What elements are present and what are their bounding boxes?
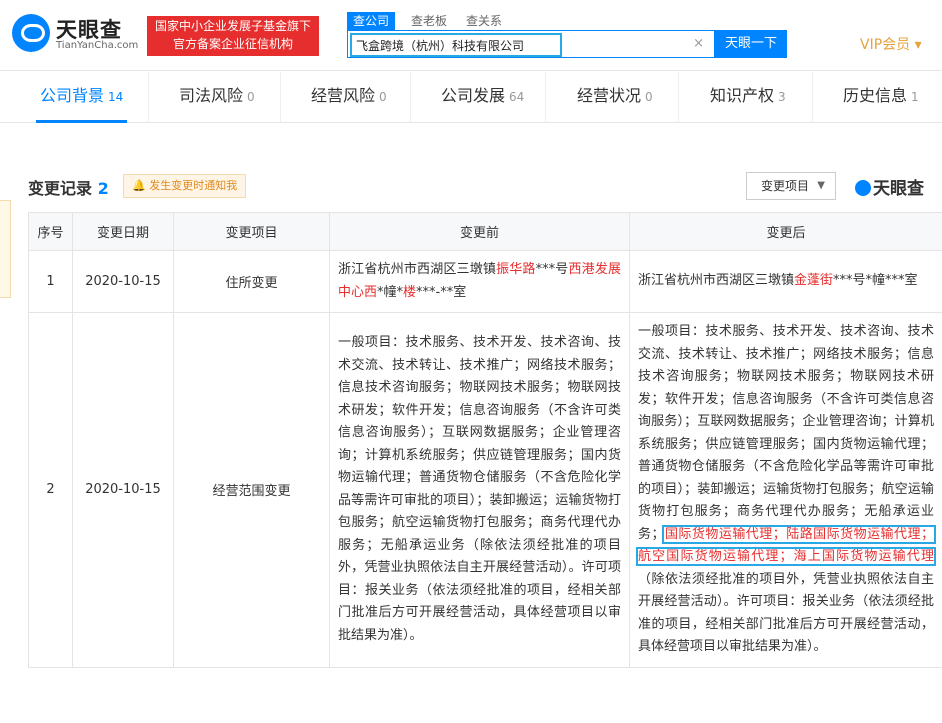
- tab-divider: [812, 72, 813, 122]
- search-box: ×: [347, 30, 715, 58]
- side-feedback-strip[interactable]: [0, 200, 11, 298]
- vip-member-link[interactable]: VIP会员 ▾: [860, 34, 922, 54]
- tianyancha-logo[interactable]: 天眼查 TianYanCha.com: [12, 12, 142, 52]
- bell-icon: 🔔: [132, 179, 146, 192]
- col-header-item: 变更项目: [173, 212, 330, 251]
- tab-history-info[interactable]: 历史信息 1: [843, 72, 919, 122]
- row-after: 浙江省杭州市西湖区三墩镇金蓬街***号*幢***室: [629, 250, 942, 313]
- row-after: 一般项目：技术服务、技术开发、技术咨询、技术交流、技术转让、技术推广；网络技术服…: [629, 312, 942, 668]
- tab-operating-risk[interactable]: 经营风险 0: [311, 72, 387, 122]
- badge-line2: 官方备案企业征信机构: [172, 37, 293, 51]
- row-before: 一般项目：技术服务、技术开发、技术咨询、技术交流、技术转让、技术推广；网络技术服…: [329, 312, 630, 668]
- search-button[interactable]: 天眼一下: [715, 30, 787, 58]
- tab-company-background[interactable]: 公司背景 14: [35, 72, 128, 123]
- row-before: 浙江省杭州市西湖区三墩镇振华路***号西港发展中心西*幢*楼***-**室: [329, 250, 630, 313]
- search-tab-relation[interactable]: 查关系: [466, 12, 502, 30]
- badge-line1: 国家中小企业发展子基金旗下: [154, 19, 311, 33]
- tab-judicial-risk[interactable]: 司法风险 0: [179, 72, 255, 122]
- table-header-row: 序号 变更日期 变更项目 变更前 变更后: [28, 212, 942, 251]
- tianyancha-watermark: 天眼查: [855, 174, 924, 199]
- col-header-before: 变更前: [329, 212, 630, 251]
- main-tabs: 公司背景 14 司法风险 0 经营风险 0 公司发展 64 经营状况 0 知识产权 3 历史…: [0, 72, 942, 123]
- official-badge: 国家中小企业发展子基金旗下 官方备案企业征信机构: [147, 16, 319, 56]
- search-tab-boss[interactable]: 查老板: [411, 12, 447, 30]
- notify-button[interactable]: 🔔 发生变更时通知我: [123, 174, 247, 198]
- tab-operating-status[interactable]: 经营状况 0: [577, 72, 653, 122]
- row-item: 经营范围变更: [173, 312, 330, 668]
- top-header: 天眼查 TianYanCha.com 国家中小企业发展子基金旗下 官方备案企业征…: [0, 0, 942, 71]
- logo-domain: TianYanCha.com: [56, 40, 139, 51]
- tab-divider: [148, 72, 149, 122]
- section-title: 变更记录 2: [28, 179, 109, 198]
- col-header-date: 变更日期: [72, 212, 174, 251]
- tab-divider: [545, 72, 546, 122]
- section-count: 2: [97, 179, 109, 198]
- clear-icon[interactable]: ×: [693, 36, 704, 51]
- search-input[interactable]: [350, 33, 562, 57]
- change-record-table: 序号 变更日期 变更项目 变更前 变更后 1 2020-10-15 住所变更 浙…: [28, 212, 942, 668]
- change-item-filter[interactable]: 变更项目 ▼: [746, 172, 836, 200]
- col-header-after: 变更后: [629, 212, 942, 251]
- col-header-no: 序号: [28, 212, 73, 251]
- tab-company-development[interactable]: 公司发展 64: [441, 72, 524, 122]
- tab-divider: [678, 72, 679, 122]
- search-tab-company[interactable]: 查公司: [347, 12, 396, 30]
- tab-intellectual-property[interactable]: 知识产权 3: [710, 72, 786, 122]
- row-no: 1: [28, 250, 73, 313]
- row-date: 2020-10-15: [72, 250, 174, 313]
- tab-divider: [410, 72, 411, 122]
- logo-eye-icon: [855, 180, 871, 196]
- row-date: 2020-10-15: [72, 312, 174, 668]
- logo-eye-icon: [12, 14, 50, 52]
- table-row: 2 2020-10-15 经营范围变更 一般项目：技术服务、技术开发、技术咨询、…: [28, 312, 942, 668]
- highlighted-change: 国际货物运输代理；陆路国际货物运输代理；航空国际货物运输代理；海上国际货物运输代…: [636, 524, 936, 566]
- row-item: 住所变更: [173, 250, 330, 313]
- table-row: 1 2020-10-15 住所变更 浙江省杭州市西湖区三墩镇振华路***号西港发…: [28, 250, 942, 313]
- tab-divider: [280, 72, 281, 122]
- row-no: 2: [28, 312, 73, 668]
- triangle-down-icon: ▼: [817, 180, 825, 191]
